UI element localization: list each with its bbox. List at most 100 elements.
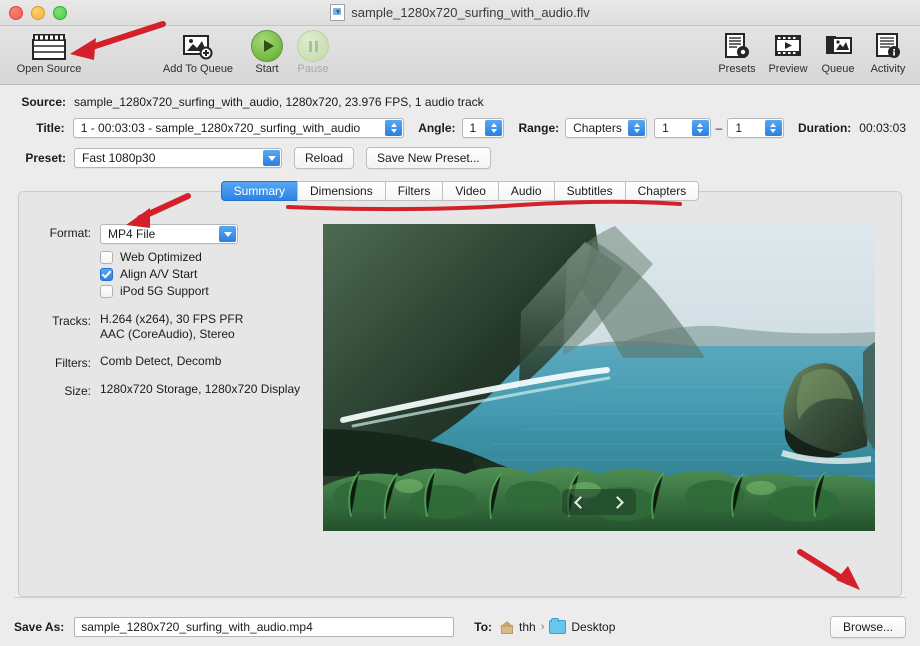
open-source-button[interactable]: Open Source [8, 26, 90, 75]
align-av-start-checkbox-row[interactable]: Align A/V Start [100, 267, 319, 281]
settings-tabbar: Summary Dimensions Filters Video Audio S… [18, 180, 902, 201]
format-value: MP4 File [108, 227, 156, 241]
tracks-values: H.264 (x264), 30 FPS PFR AAC (CoreAudio)… [100, 312, 243, 342]
tab-audio[interactable]: Audio [497, 181, 554, 201]
range-start-select[interactable]: 1 [654, 118, 711, 138]
duration-value: 00:03:03 [859, 121, 906, 135]
browse-button[interactable]: Browse... [829, 616, 906, 638]
window-title-group: sample_1280x720_surfing_with_audio.flv [0, 4, 920, 21]
chevron-updown-icon [385, 120, 403, 136]
video-preview-image[interactable] [323, 224, 875, 531]
minimize-button[interactable] [31, 5, 45, 20]
maximize-button[interactable] [53, 5, 67, 20]
path-home-label: thh [519, 620, 536, 634]
chevron-updown-icon [691, 120, 709, 136]
reload-preset-button[interactable]: Reload [294, 147, 355, 169]
queue-label: Queue [821, 63, 855, 75]
window-title: sample_1280x720_surfing_with_audio.flv [351, 5, 590, 20]
activity-log-icon [875, 31, 901, 61]
destination-bar: Save As: sample_1280x720_surfing_with_au… [0, 598, 920, 646]
summary-left-column: Format: MP4 File Web Optimized Align A/V… [19, 224, 319, 596]
preview-button[interactable]: Preview [762, 26, 814, 75]
title-row: Title: 1 - 00:03:03 - sample_1280x720_su… [0, 118, 920, 138]
add-to-queue-button[interactable]: Add To Queue [152, 26, 244, 75]
range-type-select[interactable]: Chapters [565, 118, 648, 138]
tab-subtitles[interactable]: Subtitles [553, 181, 625, 201]
pause-button[interactable]: Pause [290, 26, 336, 75]
ipod-5g-support-checkbox-row[interactable]: iPod 5G Support [100, 284, 319, 298]
pause-icon [297, 30, 329, 62]
save-new-preset-button[interactable]: Save New Preset... [366, 147, 491, 169]
tab-summary[interactable]: Summary [220, 181, 298, 201]
tab-filters[interactable]: Filters [384, 181, 443, 201]
angle-label: Angle: [418, 121, 456, 135]
summary-content: Format: MP4 File Web Optimized Align A/V… [19, 212, 901, 596]
to-label: To: [474, 620, 493, 634]
chevron-right-icon[interactable] [611, 495, 624, 509]
align-av-start-label: Align A/V Start [120, 267, 198, 281]
path-folder-label: Desktop [571, 620, 616, 634]
toolbar-left-group: Open Source Add To Queue Start Pause [0, 26, 336, 75]
close-button[interactable] [9, 5, 23, 20]
title-select[interactable]: 1 - 00:03:03 - sample_1280x720_surfing_w… [72, 118, 405, 138]
range-dash: – [715, 121, 723, 135]
filters-label: Filters: [55, 356, 91, 370]
duration-label: Duration: [797, 121, 852, 135]
format-select[interactable]: MP4 File [100, 224, 238, 244]
summary-panel: Format: MP4 File Web Optimized Align A/V… [18, 191, 902, 597]
source-form-area: Source: sample_1280x720_surfing_with_aud… [0, 85, 920, 178]
size-label: Size: [64, 384, 91, 398]
title-label: Title: [36, 121, 65, 135]
pause-label: Pause [297, 63, 329, 75]
tab-video[interactable]: Video [442, 181, 498, 201]
tracks-audio-line: AAC (CoreAudio), Stereo [100, 327, 235, 341]
add-to-queue-icon [183, 31, 213, 61]
ipod-5g-support-label: iPod 5G Support [120, 284, 209, 298]
angle-select[interactable]: 1 [461, 118, 505, 138]
preset-select[interactable]: Fast 1080p30 [74, 148, 282, 168]
tracks-video-line: H.264 (x264), 30 FPS PFR [100, 312, 244, 326]
presets-icon [724, 31, 750, 61]
window-titlebar: sample_1280x720_surfing_with_audio.flv [0, 0, 920, 26]
destination-path[interactable]: thh › Desktop [500, 618, 616, 634]
range-end-select[interactable]: 1 [727, 118, 784, 138]
save-as-label: Save As: [14, 620, 65, 634]
range-start-value: 1 [662, 121, 669, 135]
start-button[interactable]: Start [244, 26, 290, 75]
chevron-down-icon [263, 150, 280, 166]
ipod-5g-support-checkbox[interactable] [100, 284, 113, 298]
web-optimized-checkbox-row[interactable]: Web Optimized [100, 250, 319, 264]
preview-film-icon [775, 31, 801, 61]
clapperboard-icon [32, 31, 66, 61]
tab-dimensions[interactable]: Dimensions [297, 181, 385, 201]
web-optimized-checkbox[interactable] [100, 250, 113, 264]
tracks-row: Tracks: H.264 (x264), 30 FPS PFR AAC (Co… [35, 312, 319, 342]
preset-label: Preset: [25, 151, 66, 165]
activity-button[interactable]: Activity [862, 26, 914, 75]
play-icon [251, 30, 283, 62]
web-optimized-label: Web Optimized [120, 250, 202, 264]
desktop-folder-icon [549, 618, 567, 634]
tab-chapters[interactable]: Chapters [624, 181, 700, 201]
toolbar-right-group: Presets Preview Queue Activity [712, 26, 914, 75]
save-as-input[interactable]: sample_1280x720_surfing_with_audio.mp4 [74, 617, 455, 637]
handbrake-window: sample_1280x720_surfing_with_audio.flv O… [0, 0, 920, 646]
queue-button[interactable]: Queue [814, 26, 862, 75]
chevron-left-icon[interactable] [574, 495, 587, 509]
activity-label: Activity [870, 63, 906, 75]
chevron-updown-icon [628, 120, 646, 136]
open-source-label: Open Source [16, 63, 82, 75]
source-label: Source: [21, 95, 66, 109]
presets-button[interactable]: Presets [712, 26, 762, 75]
filters-value: Comb Detect, Decomb [100, 354, 222, 368]
queue-stack-icon [825, 31, 852, 61]
path-separator-icon: › [540, 621, 545, 633]
settings-panel-wrapper: Summary Dimensions Filters Video Audio S… [18, 180, 902, 597]
preset-row: Preset: Fast 1080p30 Reload Save New Pre… [0, 147, 920, 169]
window-controls [0, 5, 67, 20]
align-av-start-checkbox[interactable] [100, 267, 113, 281]
preview-nav-overlay [562, 489, 636, 515]
range-end-value: 1 [735, 121, 743, 135]
presets-label: Presets [718, 63, 756, 75]
tracks-label: Tracks: [52, 314, 91, 328]
